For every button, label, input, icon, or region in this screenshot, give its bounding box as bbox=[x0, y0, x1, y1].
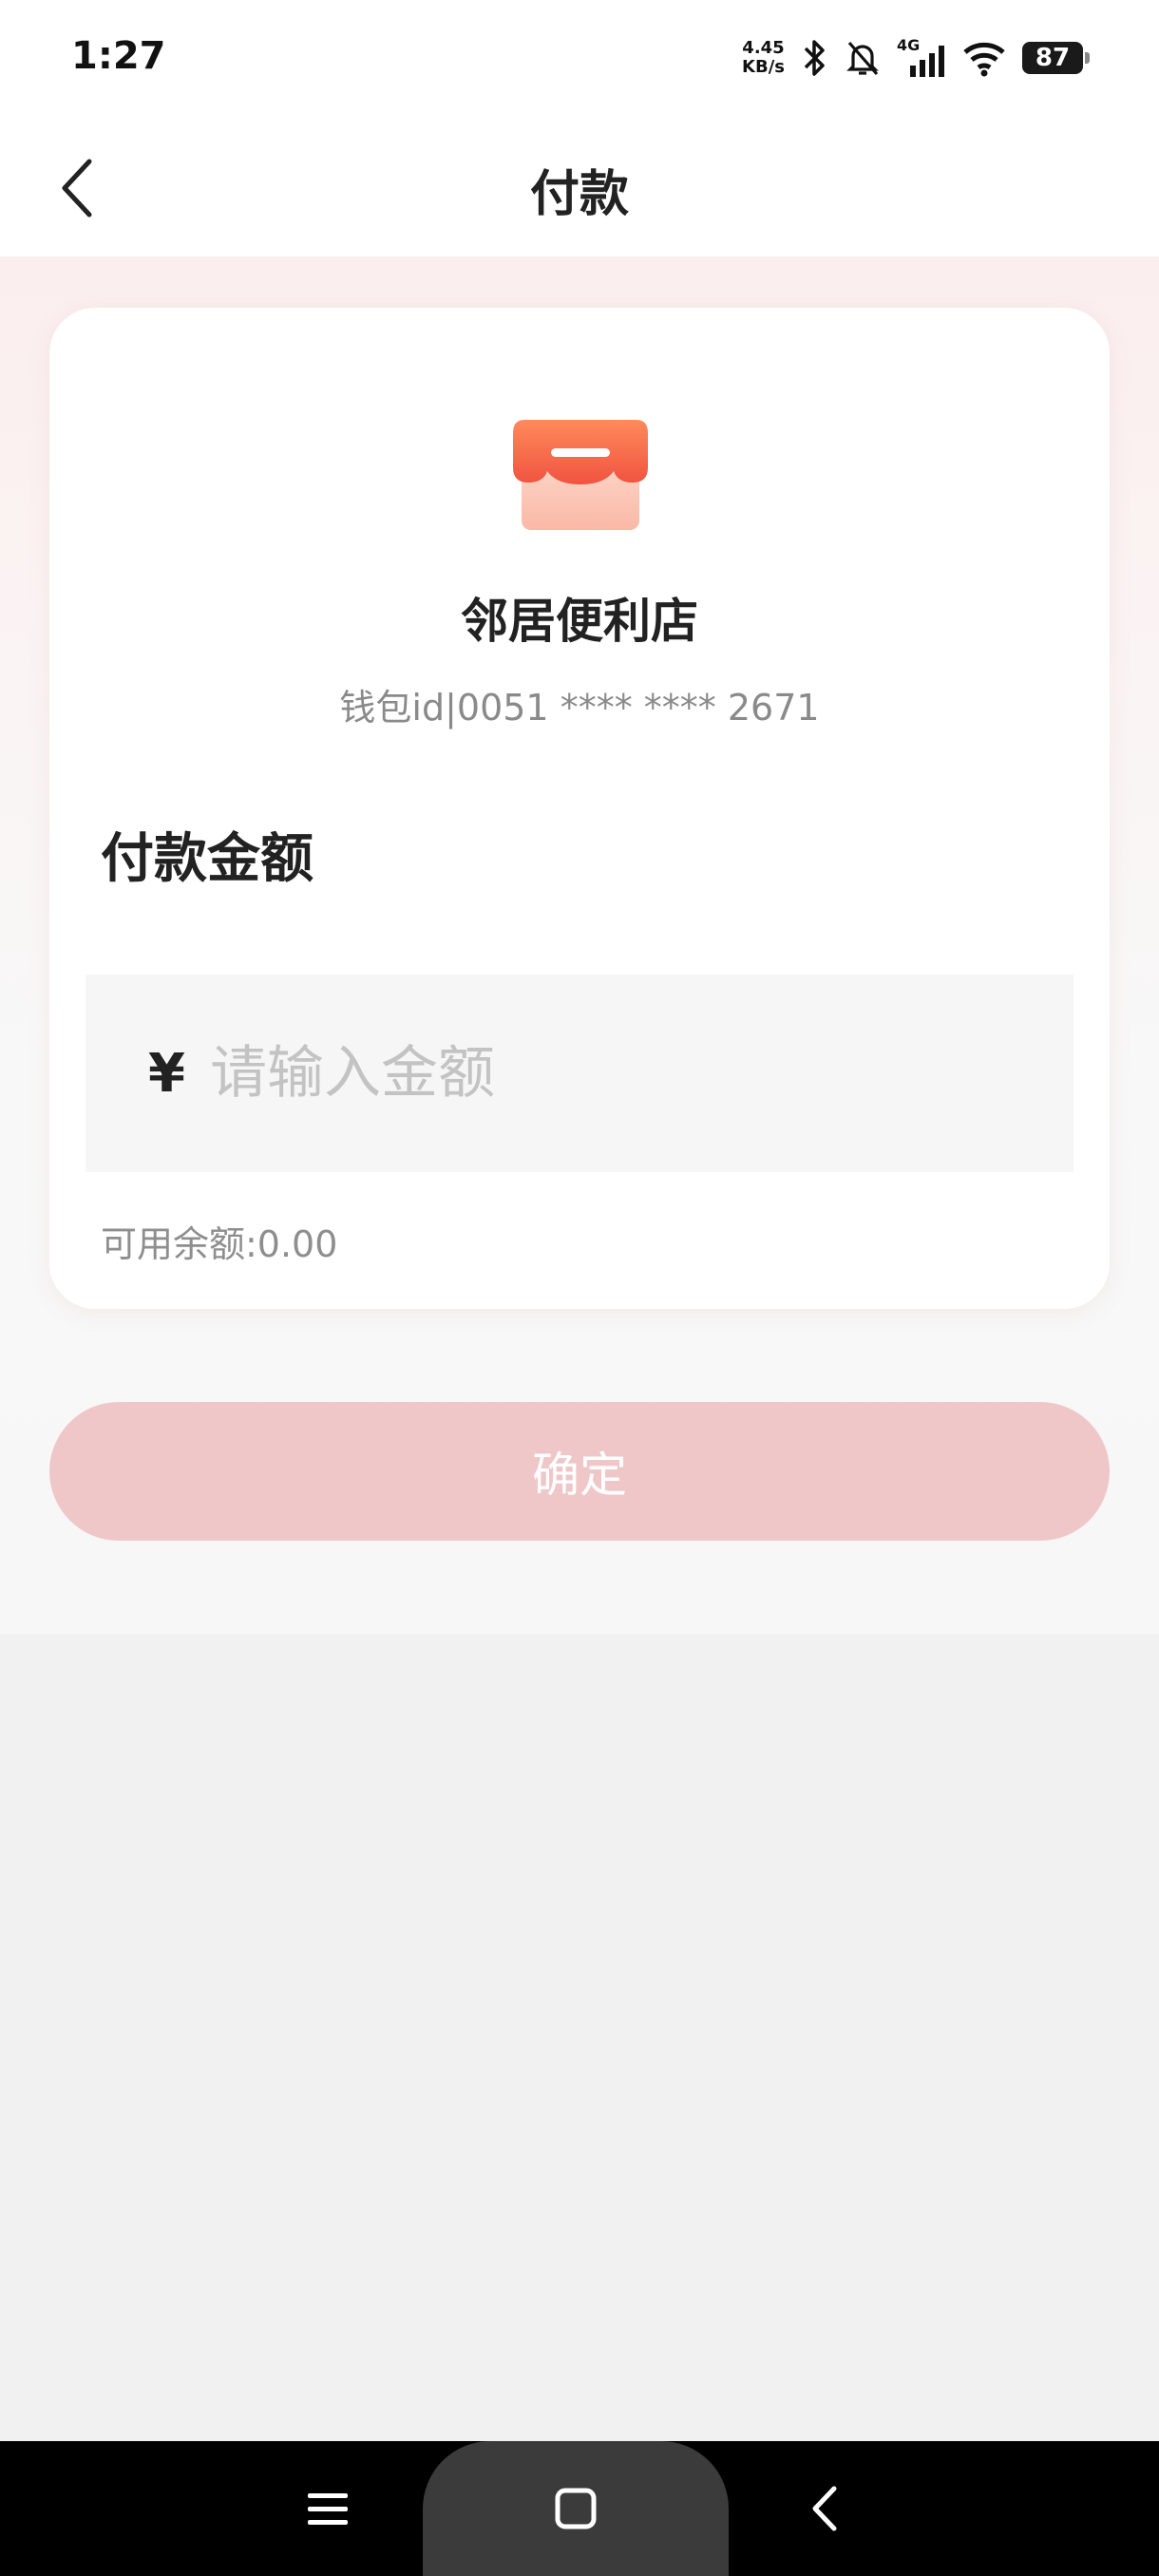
main-content: 邻居便利店 钱包id|0051 **** **** 2671 付款金额 ¥ 可用… bbox=[0, 256, 1159, 1634]
network-speed: 4.45 KB/s bbox=[742, 39, 785, 77]
wallet-id: 钱包id|0051 **** **** 2671 bbox=[339, 687, 820, 729]
menu-icon bbox=[308, 2493, 348, 2525]
network-type: 4G bbox=[897, 37, 920, 54]
status-icons: 4.45 KB/s 4G 87 bbox=[742, 34, 1090, 82]
payment-card: 邻居便利店 钱包id|0051 **** **** 2671 付款金额 ¥ 可用… bbox=[49, 308, 1110, 1309]
signal-icon: 4G bbox=[897, 37, 946, 79]
confirm-button[interactable]: 确定 bbox=[49, 1402, 1110, 1541]
amount-label: 付款金额 bbox=[101, 828, 314, 890]
page-header: 付款 bbox=[0, 114, 1159, 256]
network-speed-value: 4.45 bbox=[742, 38, 785, 58]
back-icon bbox=[812, 2486, 837, 2531]
nav-back-button[interactable] bbox=[782, 2475, 867, 2542]
amount-field[interactable]: ¥ bbox=[86, 975, 1074, 1172]
store-name: 邻居便利店 bbox=[461, 594, 698, 649]
amount-input[interactable] bbox=[209, 1026, 1008, 1121]
battery-icon: 87 bbox=[1022, 42, 1090, 74]
home-button[interactable] bbox=[533, 2475, 618, 2542]
page-title: 付款 bbox=[529, 166, 629, 223]
home-icon bbox=[555, 2488, 597, 2529]
store-icon bbox=[509, 412, 652, 536]
status-time: 1:27 bbox=[71, 34, 166, 78]
network-speed-unit: KB/s bbox=[742, 57, 785, 77]
currency-symbol: ¥ bbox=[148, 1042, 185, 1105]
bell-muted-icon bbox=[844, 37, 882, 79]
status-bar: 1:27 4.45 KB/s 4G 87 bbox=[0, 0, 1159, 114]
wifi-icon bbox=[961, 37, 1007, 79]
bluetooth-icon bbox=[800, 37, 828, 79]
menu-button[interactable] bbox=[285, 2475, 370, 2542]
payment-screen: 1:27 4.45 KB/s 4G 87 付款 邻居便利店 钱包id|0051 … bbox=[0, 0, 1159, 2576]
available-balance: 可用余额:0.00 bbox=[101, 1223, 338, 1265]
system-nav-bar bbox=[0, 2441, 1159, 2576]
